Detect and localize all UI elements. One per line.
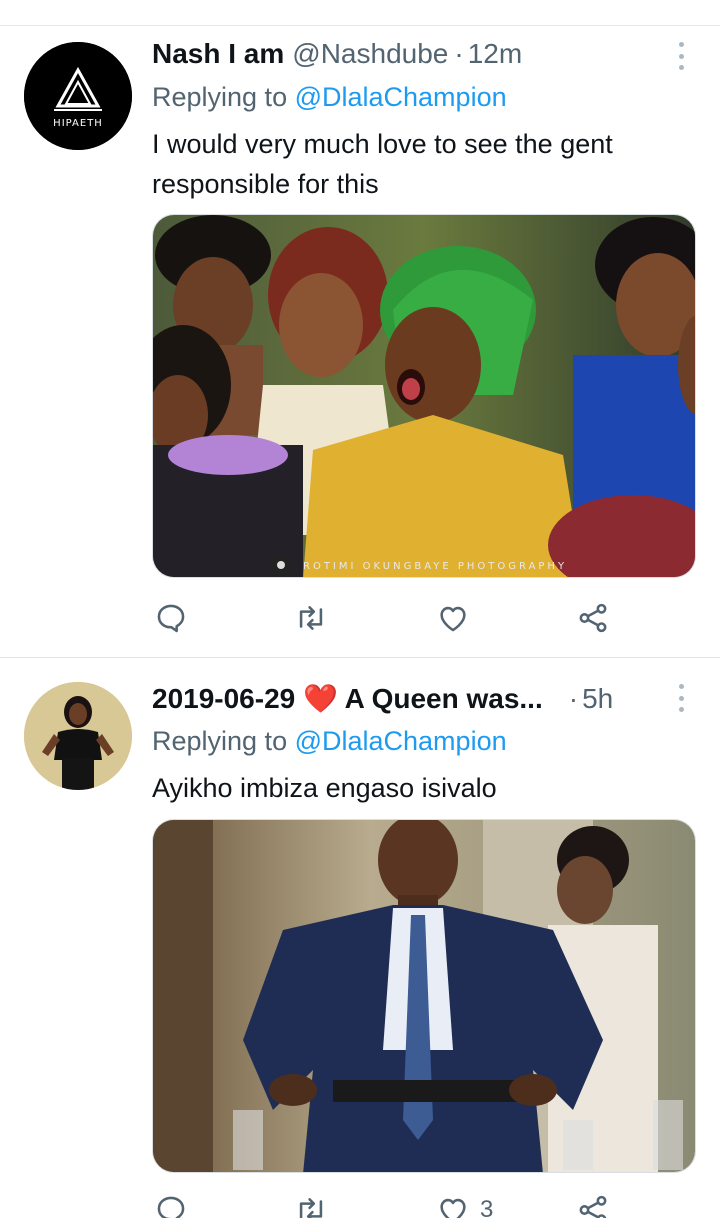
reply-button[interactable] <box>154 598 198 638</box>
reply-button[interactable] <box>154 1190 198 1218</box>
timestamp[interactable]: 12m <box>468 38 522 70</box>
like-icon <box>440 1198 466 1218</box>
tweet-1[interactable]: HIPAETH Nash I am @Nashdube · 12m Replyi… <box>0 0 720 660</box>
retweet-icon <box>299 1198 323 1218</box>
tweet-photo[interactable] <box>152 819 696 1173</box>
like-button[interactable] <box>436 598 480 638</box>
display-name[interactable]: Nash I am <box>152 38 284 70</box>
tweet-2[interactable]: 2019-06-29 ❤️ A Queen was... · 5h Replyi… <box>0 658 720 1218</box>
tweet-header: 2019-06-29 ❤️ A Queen was... · 5h <box>152 682 660 722</box>
share-icon <box>579 603 607 633</box>
more-icon[interactable] <box>676 42 686 70</box>
tweet-actions: 3 <box>152 1190 696 1218</box>
user-handle[interactable]: @Nashdube <box>292 38 448 70</box>
tweet-photo[interactable]: ROTIMI OKUNGBAYE PHOTOGRAPHY <box>152 214 696 578</box>
avatar[interactable] <box>24 682 132 790</box>
share-button[interactable] <box>576 598 610 638</box>
timestamp[interactable]: 5h <box>582 683 613 715</box>
hipaeth-logo: HIPAETH <box>24 42 132 150</box>
tweet-actions <box>152 598 696 638</box>
retweet-button[interactable] <box>294 1190 338 1218</box>
replying-to: Replying to @DlalaChampion <box>152 726 507 757</box>
avatar[interactable]: HIPAETH <box>24 42 132 150</box>
crowd-photo: ROTIMI OKUNGBAYE PHOTOGRAPHY <box>153 215 695 577</box>
mention-link[interactable]: @DlalaChampion <box>295 726 507 756</box>
more-icon[interactable] <box>676 684 686 712</box>
mention-link[interactable]: @DlalaChampion <box>295 82 507 112</box>
replying-prefix: Replying to <box>152 726 295 756</box>
svg-text:HIPAETH: HIPAETH <box>53 118 103 129</box>
reply-icon <box>157 604 185 633</box>
reply-icon <box>157 1196 185 1218</box>
retweet-icon <box>299 606 323 630</box>
replying-to: Replying to @DlalaChampion <box>152 82 507 113</box>
like-count: 3 <box>480 1196 494 1218</box>
separator: · <box>454 38 464 69</box>
replying-prefix: Replying to <box>152 82 295 112</box>
share-icon <box>579 1195 607 1218</box>
tweet-text: I would very much love to see the gent r… <box>152 129 613 199</box>
retweet-button[interactable] <box>294 598 338 638</box>
display-name[interactable]: 2019-06-29 ❤️ A Queen was... <box>152 682 543 715</box>
separator: · <box>568 683 579 714</box>
like-button[interactable]: 3 <box>436 1190 493 1218</box>
user-avatar-photo <box>24 682 132 790</box>
tweet-text: Ayikho imbiza engaso isivalo <box>152 773 497 803</box>
like-icon <box>440 606 466 632</box>
man-in-suit-photo <box>153 820 695 1172</box>
share-button[interactable] <box>576 1190 610 1218</box>
photo-watermark: ROTIMI OKUNGBAYE PHOTOGRAPHY <box>303 561 567 572</box>
tweet-header: Nash I am @Nashdube · 12m <box>152 38 660 78</box>
